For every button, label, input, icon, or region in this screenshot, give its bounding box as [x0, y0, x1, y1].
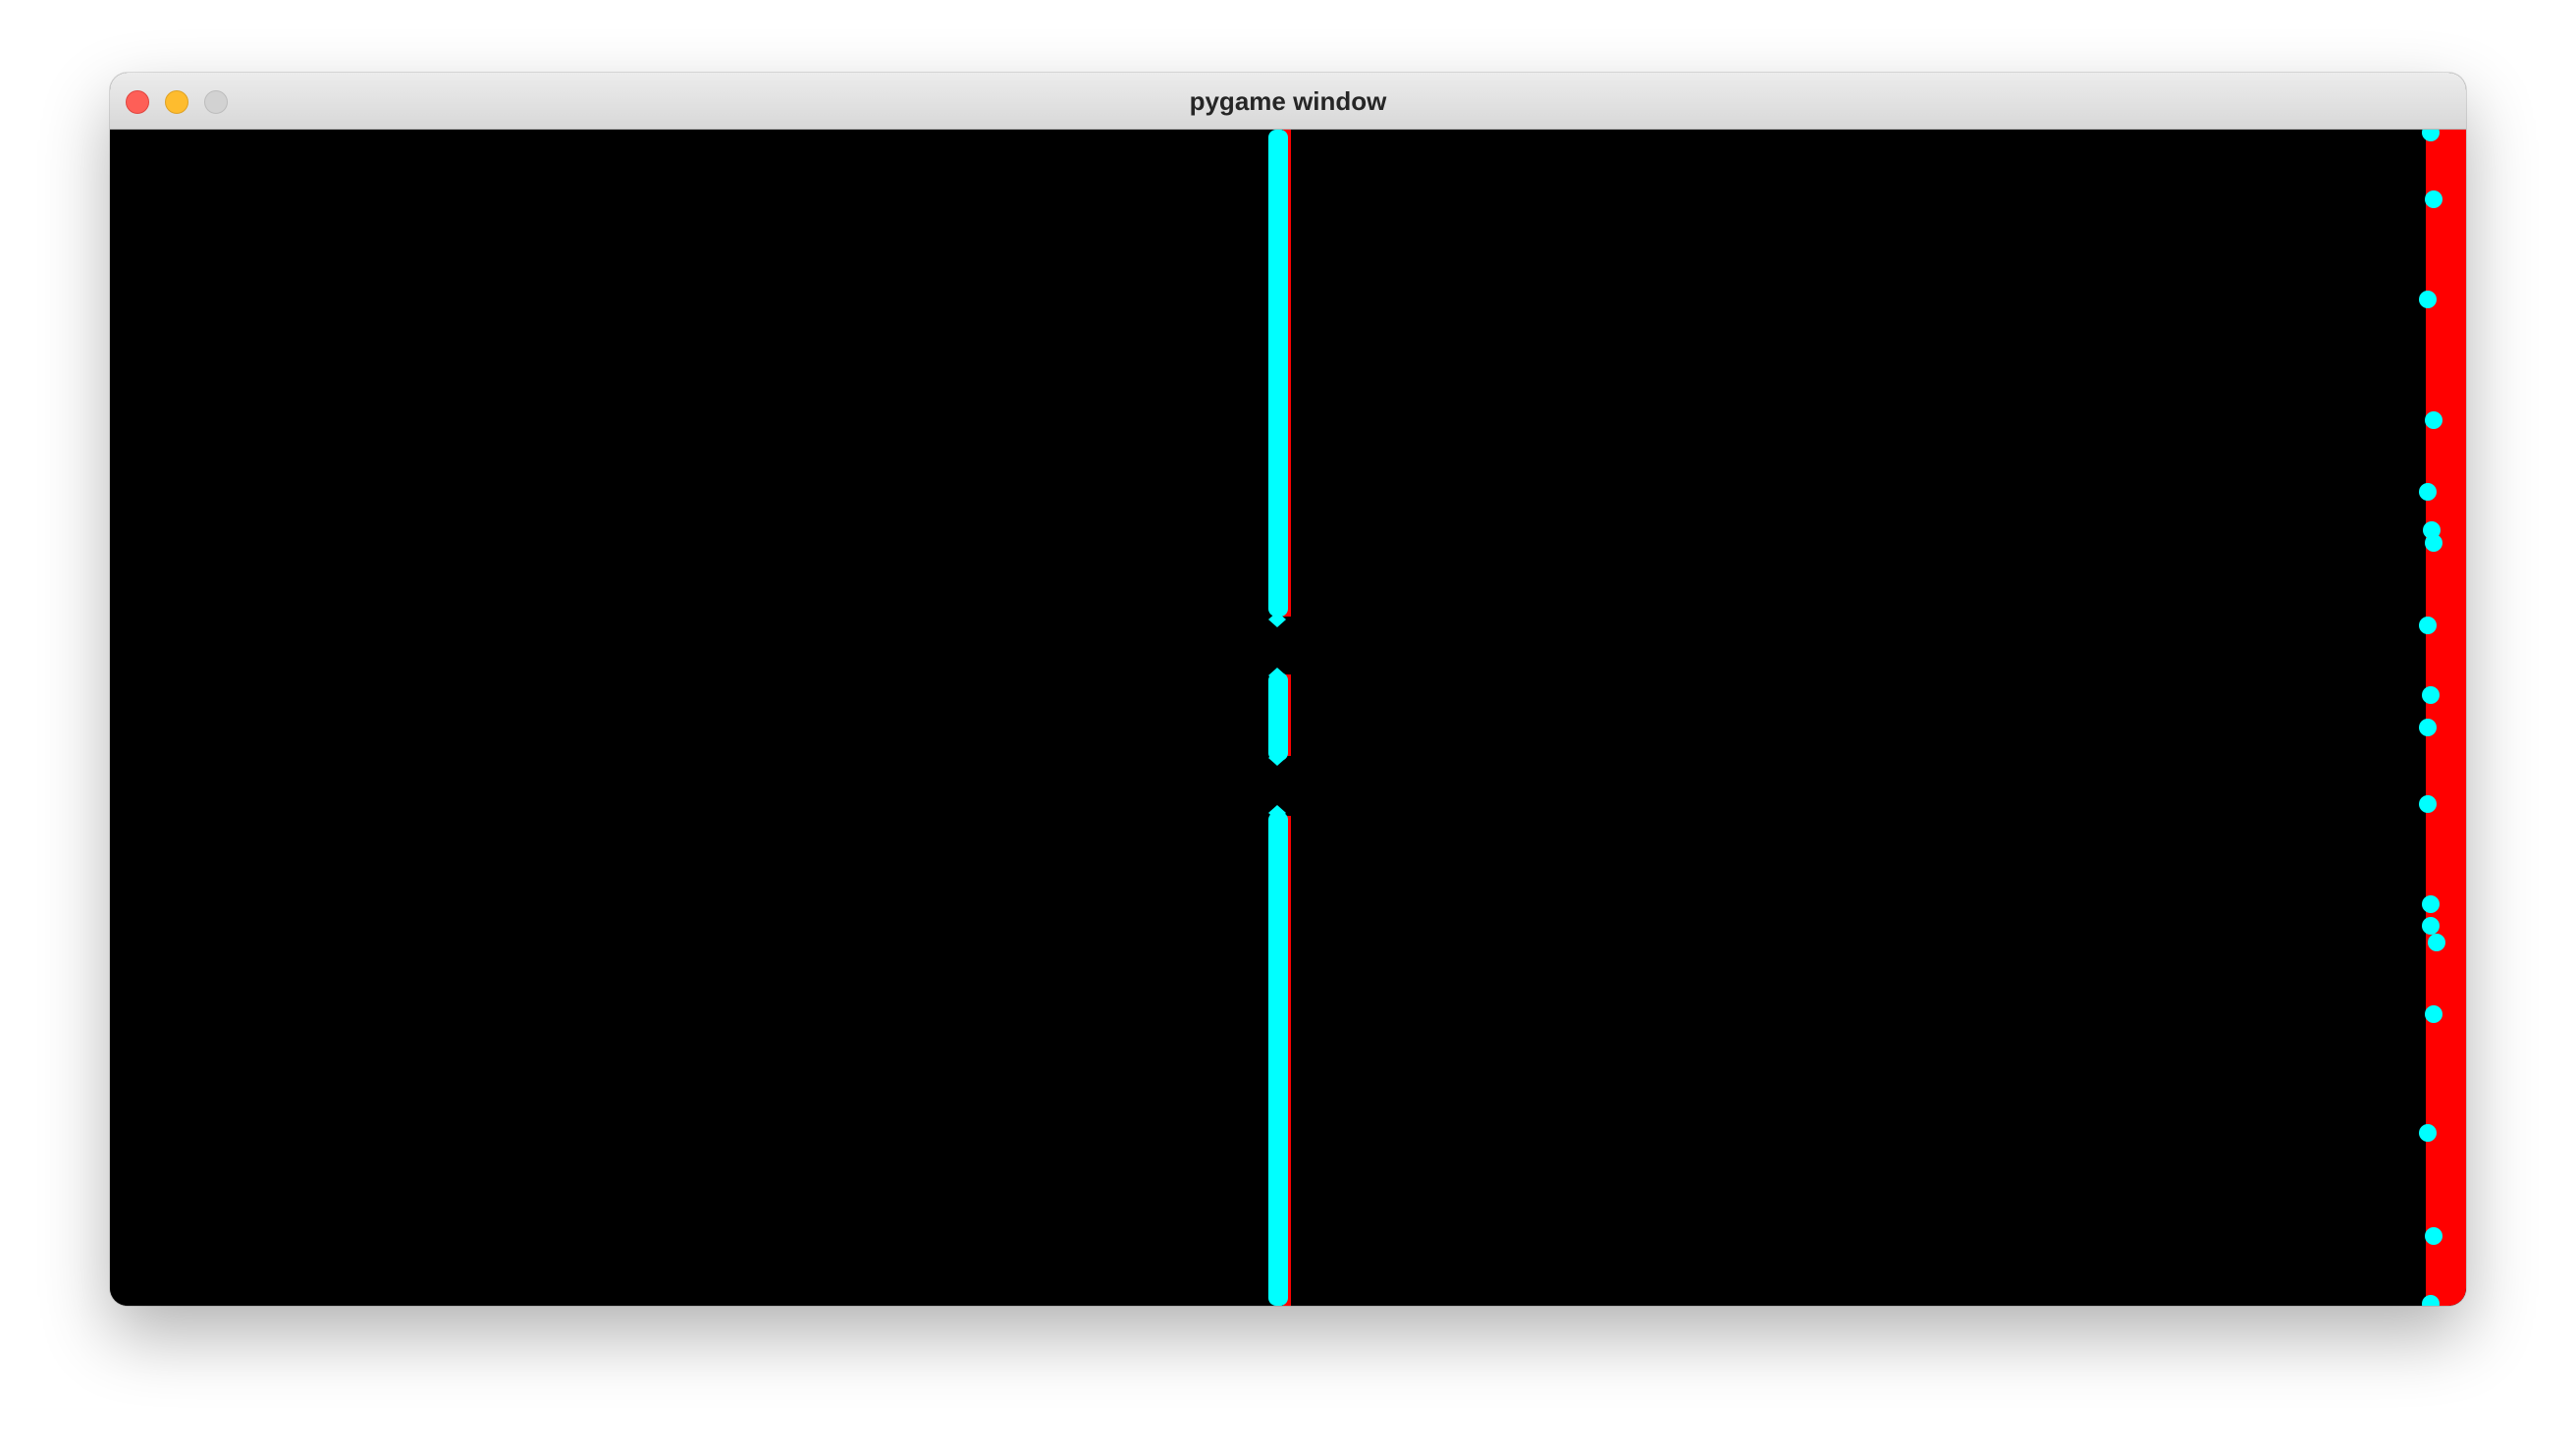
ball — [2419, 617, 2437, 634]
ball — [2425, 411, 2442, 429]
ball — [2425, 1227, 2442, 1245]
ball — [2425, 1005, 2442, 1023]
ball — [2425, 190, 2442, 208]
ball — [2419, 483, 2437, 501]
middle-ball-column-bottom — [1268, 812, 1288, 1306]
ball — [2419, 291, 2437, 308]
ball — [2422, 686, 2440, 704]
ball — [2419, 1124, 2437, 1142]
ball — [2419, 719, 2437, 736]
pygame-window: pygame window — [110, 73, 2466, 1306]
middle-ball-column-top — [1268, 130, 1288, 617]
game-canvas[interactable] — [110, 130, 2466, 1306]
ball — [2422, 895, 2440, 913]
middle-ball-column-middle — [1268, 673, 1288, 761]
ball — [2428, 934, 2445, 951]
ball — [2425, 534, 2442, 552]
title-bar[interactable]: pygame window — [110, 73, 2466, 130]
ball — [2419, 795, 2437, 813]
window-title: pygame window — [1189, 86, 1387, 116]
ball — [2422, 917, 2440, 935]
